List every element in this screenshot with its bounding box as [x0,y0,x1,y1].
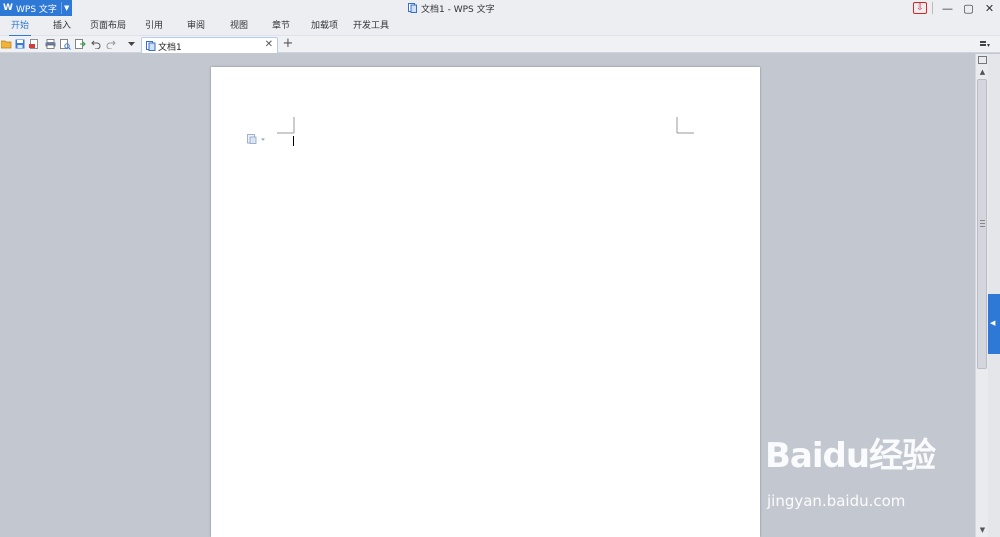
paste-options-icon[interactable] [247,134,267,144]
wps-logo-icon: W [3,3,13,13]
watermark: Baidu经验 jingyan.baidu.com [765,428,945,518]
tab-references[interactable]: 引用 [145,16,163,36]
download-icon[interactable]: ⇩ [913,2,927,14]
document-tab[interactable]: 文档1 ✕ [141,37,278,53]
tab-review[interactable]: 审阅 [187,16,205,36]
top-left-margin-mark [277,117,295,134]
grip-icon [980,220,985,227]
vertical-scrollbar[interactable]: ▲ ▼ [975,54,988,537]
save-icon[interactable] [14,38,26,50]
window-title: 文档1 - WPS 文字 [408,0,495,16]
tab-add-ins[interactable]: 加载项 [311,16,338,36]
print-icon[interactable] [44,38,56,50]
tab-developer-tools[interactable]: 开发工具 [353,16,389,36]
side-panel-toggle[interactable]: ◀ [988,294,1000,354]
close-button[interactable]: ✕ [979,0,1000,16]
maximize-button[interactable]: ▢ [958,0,979,16]
app-menu-button[interactable]: W WPS 文字 ▼ [0,0,72,16]
window-controls-divider [932,2,933,14]
tab-home[interactable]: 开始 [11,16,29,36]
tab-insert[interactable]: 插入 [53,16,71,36]
close-tab-icon[interactable]: ✕ [265,39,273,50]
customize-dropdown-icon[interactable] [125,38,137,50]
window-title-text: 文档1 - WPS 文字 [421,4,495,15]
chevron-left-icon: ◀ [990,319,996,327]
quick-access-toolbar: 文档1 ✕ + [0,36,1000,53]
open-icon[interactable] [0,38,12,50]
window-controls: ⇩ — ▢ ✕ [913,0,1000,16]
tab-view[interactable]: 视图 [230,16,248,36]
document-icon [408,3,417,13]
text-caret [293,136,294,146]
minimize-button[interactable]: — [937,0,958,16]
app-menu-divider [61,2,62,14]
document-page[interactable] [211,67,760,537]
tab-chapter[interactable]: 章节 [272,16,290,36]
redo-icon[interactable] [105,38,117,50]
ribbon-tab-bar: 开始 插入 页面布局 引用 审阅 视图 章节 加载项 开发工具 [0,16,1000,36]
scrollbar-thumb[interactable] [977,79,987,369]
watermark-brand: Baidu经验 [765,436,936,476]
title-bar: W WPS 文字 ▼ 文档1 - WPS 文字 ⇩ — ▢ ✕ [0,0,1000,16]
save-as-pdf-icon[interactable] [28,38,40,50]
export-icon[interactable] [74,38,86,50]
split-view-button[interactable] [978,56,987,64]
toolbar-options-icon[interactable] [980,39,990,49]
document-icon [146,41,156,51]
document-tab-label: 文档1 [158,43,182,53]
scroll-down-icon[interactable]: ▼ [978,526,987,534]
new-tab-button[interactable]: + [282,36,294,52]
print-preview-icon[interactable] [59,38,71,50]
top-right-margin-mark [676,117,694,134]
side-task-panel: ◀ [988,54,1000,537]
chevron-down-icon[interactable]: ▼ [64,0,69,16]
scroll-up-icon[interactable]: ▲ [978,68,987,76]
undo-icon[interactable] [90,38,102,50]
app-menu-label: WPS 文字 [16,4,57,15]
watermark-url: jingyan.baidu.com [767,492,906,510]
tab-page-layout[interactable]: 页面布局 [90,16,126,36]
